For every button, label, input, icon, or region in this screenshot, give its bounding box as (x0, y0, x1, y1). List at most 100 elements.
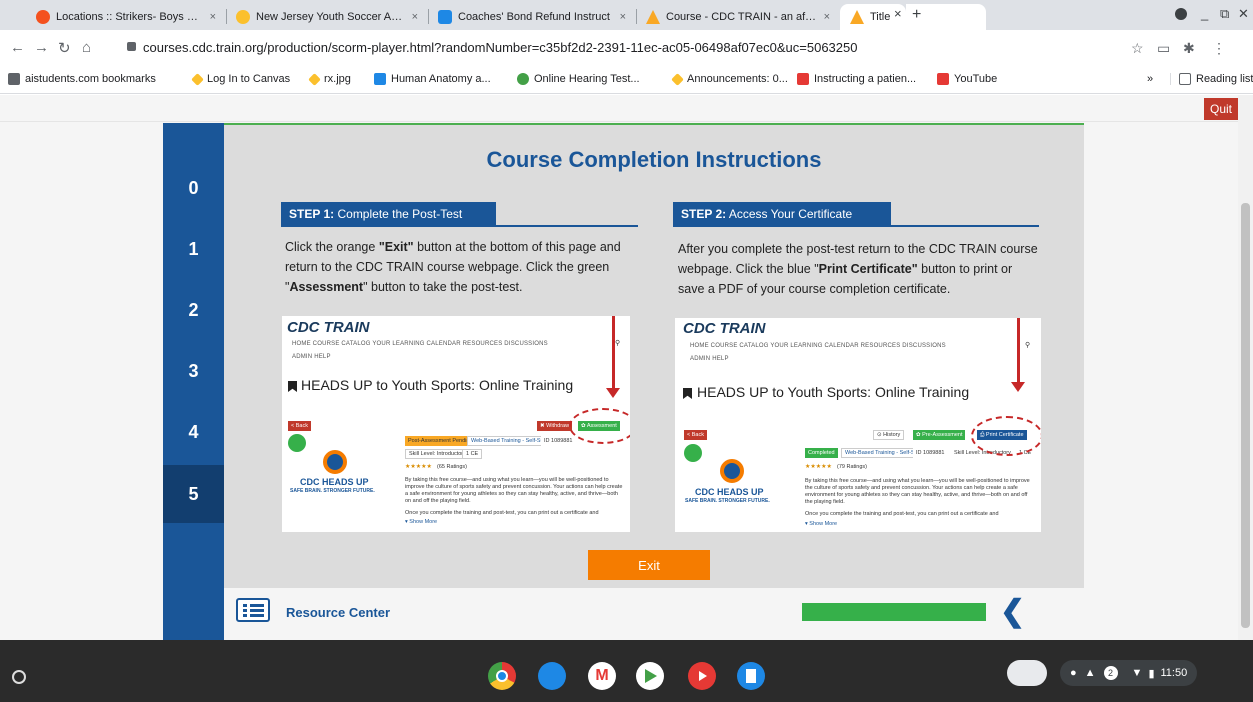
bookmark-rx[interactable]: rx.jpg (308, 72, 351, 86)
back-button: < Back (684, 430, 707, 440)
player-top-strip: Quit (0, 95, 1238, 122)
rating-stars: ★★★★★ (405, 464, 432, 470)
cdc-train-logo: CDC TRAIN (287, 319, 370, 336)
notification-count: 2 (1103, 666, 1118, 680)
cast-icon[interactable]: ▭ (1157, 40, 1170, 57)
anatomy-icon (374, 73, 386, 85)
heads-up-wordmark: CDC HEADS UP (695, 487, 764, 497)
new-tab-button[interactable]: + (912, 6, 921, 24)
url-input[interactable]: courses.cdc.train.org/production/scorm-p… (143, 40, 857, 55)
nav-item-3[interactable]: 3 (163, 342, 224, 400)
launcher-icon[interactable] (12, 670, 26, 684)
home-icon[interactable]: ⌂ (82, 39, 91, 56)
close-icon[interactable]: × (824, 11, 830, 23)
cdc-train-logo: CDC TRAIN (683, 320, 766, 337)
minimize-icon[interactable]: _ (1201, 6, 1208, 21)
rating-count: (65 Ratings) (437, 464, 467, 470)
slide-area: Course Completion Instructions STEP 1: C… (224, 123, 1084, 588)
menu-row: HOME COURSE CATALOG YOUR LEARNING CALEND… (690, 343, 946, 349)
heads-up-tagline: SAFE BRAIN. STRONGER FUTURE. (290, 488, 375, 494)
tab-cdc-train-course[interactable]: Course - CDC TRAIN - an affilia × (638, 4, 838, 30)
gmail-icon[interactable]: M (588, 662, 616, 690)
list-icon[interactable] (236, 598, 270, 622)
forward-icon[interactable]: → (34, 39, 49, 56)
scrollbar-thumb[interactable] (1241, 203, 1250, 628)
bookmark-label: aistudents.com bookmarks (25, 73, 156, 85)
bookmark-youtube[interactable]: YouTube (937, 73, 997, 85)
bookmark-hearing[interactable]: Online Hearing Test... (517, 73, 640, 85)
step2-title: Access Your Certificate (726, 207, 853, 221)
tab-search-icon[interactable] (1175, 8, 1187, 20)
bookmark-aistudents[interactable]: aistudents.com bookmarks (8, 73, 156, 85)
bookmark-announcements[interactable]: Announcements: 0... (671, 72, 788, 86)
diamond-icon (308, 72, 321, 86)
bookmark-icon (288, 381, 297, 392)
tab-strip: Locations :: Strikers- Boys U13 × New Je… (0, 0, 1253, 30)
exit-button[interactable]: Exit (588, 550, 710, 580)
arrow-shaft (1017, 318, 1020, 384)
search-icon: ⚲ (615, 340, 621, 347)
resource-center-link[interactable]: Resource Center (286, 605, 390, 620)
docs-icon (438, 10, 452, 24)
tab-strikers[interactable]: Locations :: Strikers- Boys U13 × (28, 4, 224, 30)
youtube-icon[interactable] (688, 662, 716, 690)
diamond-icon (671, 72, 684, 86)
nav-item-1[interactable]: 1 (163, 220, 224, 278)
nav-item-0[interactable]: 0 (163, 159, 224, 217)
warning-icon: ▲ (1084, 667, 1096, 679)
diamond-icon (191, 72, 204, 86)
tab-coaches-bond[interactable]: Coaches' Bond Refund Instruct × (430, 4, 634, 30)
status-tray[interactable]: ● ▲ 2 ▼ ▮ 11:50 (1060, 660, 1198, 686)
text-bold: Print Certificate" (818, 262, 918, 276)
course-description: By taking this free course—and using wha… (405, 477, 623, 504)
restore-icon[interactable]: ⧉ (1220, 6, 1229, 22)
arrow-down-icon (606, 388, 620, 398)
nav-item-5[interactable]: 5 (163, 465, 224, 523)
bookmark-star-icon[interactable]: ☆ (1131, 40, 1144, 57)
close-icon[interactable]: × (412, 11, 418, 23)
reading-list-button[interactable]: Reading list (1170, 73, 1253, 85)
bookmark-instructing[interactable]: Instructing a patien... (797, 73, 916, 85)
holding-space-icon[interactable] (1007, 660, 1047, 686)
previous-slide-icon[interactable]: ❮ (1000, 594, 1025, 629)
docs-icon[interactable] (737, 662, 765, 690)
address-bar: ← → ↻ ⌂ courses.cdc.train.org/production… (0, 30, 1253, 66)
nav-item-2[interactable]: 2 (163, 281, 224, 339)
play-store-icon[interactable] (636, 662, 664, 690)
course-description-2: Once you complete the training and post-… (405, 510, 599, 516)
close-icon[interactable]: × (210, 11, 216, 23)
menu-icon[interactable]: ⋮ (1212, 40, 1226, 57)
text-run: " button to take the post-test. (363, 280, 523, 294)
tab-nj-youth-soccer[interactable]: New Jersey Youth Soccer Asso × (228, 4, 426, 30)
extensions-icon[interactable]: ✱ (1183, 40, 1195, 57)
bookmark-anatomy[interactable]: Human Anatomy a... (374, 73, 491, 85)
heads-up-logo-icon (323, 450, 347, 474)
close-icon[interactable]: × (894, 6, 902, 21)
tab-title: Coaches' Bond Refund Instruct (458, 11, 610, 23)
files-icon[interactable] (538, 662, 566, 690)
chrome-icon[interactable] (488, 662, 516, 690)
lock-icon[interactable] (127, 42, 136, 51)
close-icon[interactable]: × (620, 11, 626, 23)
course-title: HEADS UP to Youth Sports: Online Trainin… (301, 377, 574, 393)
status-badge: Post-Assessment Pending (405, 436, 476, 446)
step2-header: STEP 2: Access Your Certificate (673, 202, 891, 226)
quit-button[interactable]: Quit (1204, 98, 1238, 120)
course-id: ID 1089881 (541, 436, 576, 446)
text-bold: "Exit" (378, 240, 414, 254)
status-badge: Completed (805, 448, 838, 458)
reload-icon[interactable]: ↻ (58, 39, 71, 57)
back-icon[interactable]: ← (10, 39, 25, 56)
more-label: » (1147, 73, 1154, 85)
bookmark-icon (683, 388, 692, 399)
bookmark-label: Online Hearing Test... (534, 73, 640, 85)
search-icon: ⚲ (1025, 342, 1031, 349)
reading-list-icon (1179, 73, 1191, 85)
more-bookmarks-button[interactable]: » (1147, 73, 1153, 85)
scrollbar[interactable] (1238, 95, 1253, 640)
progress-bar (802, 603, 986, 621)
window-close-icon[interactable]: ✕ (1238, 6, 1249, 22)
highlight-circle (569, 408, 630, 444)
bookmark-canvas[interactable]: Log In to Canvas (191, 72, 290, 86)
nav-item-4[interactable]: 4 (163, 403, 224, 461)
